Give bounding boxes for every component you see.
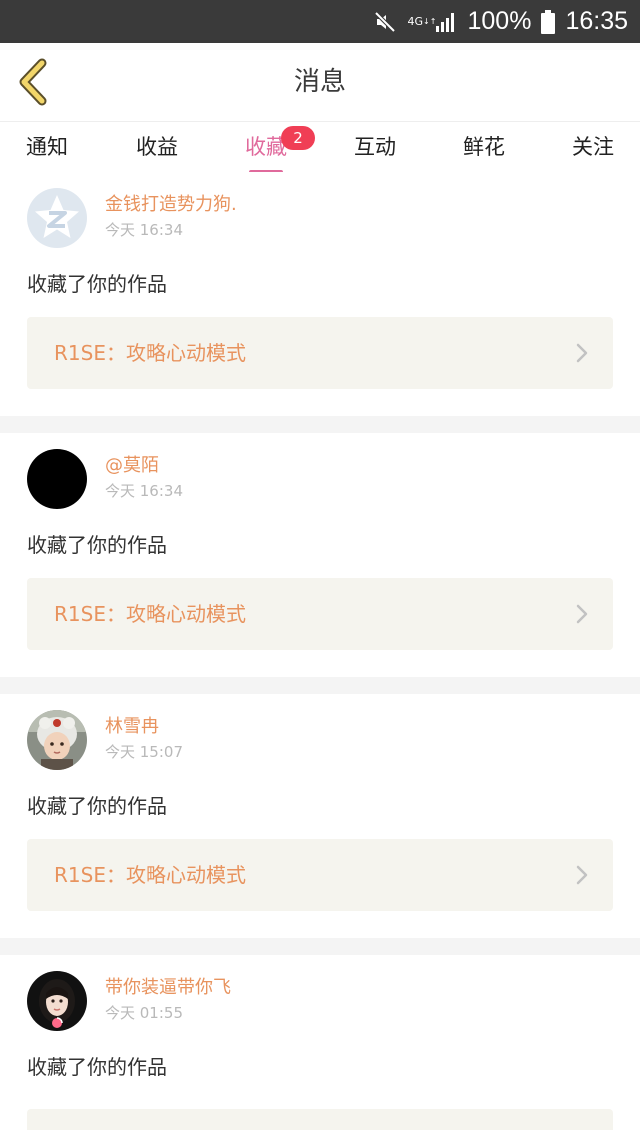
page-title: 消息 <box>293 67 346 97</box>
avatar[interactable] <box>27 449 87 509</box>
tab-interactions[interactable]: 互动 <box>354 134 396 160</box>
work-title: R1SE：攻略心动模式 <box>54 341 246 365</box>
unread-badge: 2 <box>281 126 315 150</box>
timestamp: 今天 16:34 <box>105 221 183 239</box>
action-text: 收藏了你的作品 <box>27 1055 167 1079</box>
chevron-right-icon <box>576 865 588 885</box>
action-text: 收藏了你的作品 <box>27 794 167 818</box>
user-name[interactable]: 林雪冉 <box>105 716 159 738</box>
avatar[interactable] <box>27 971 87 1031</box>
notification-card: @莫陌 今天 16:34 收藏了你的作品 R1SE：攻略心动模式 <box>0 433 640 677</box>
notification-card: 带你装逼带你飞 今天 01:55 收藏了你的作品 <box>0 955 640 1130</box>
notification-card: 林雪冉 今天 15:07 收藏了你的作品 R1SE：攻略心动模式 <box>0 694 640 938</box>
tab-label: 关注 <box>572 135 614 159</box>
notification-feed: 金钱打造势力狗. 今天 16:34 收藏了你的作品 R1SE：攻略心动模式 @莫… <box>0 172 640 1130</box>
tab-label: 鲜花 <box>463 135 505 159</box>
network-activity: ↓↑ <box>423 16 437 26</box>
tab-label: 通知 <box>26 135 68 159</box>
action-text: 收藏了你的作品 <box>27 272 167 296</box>
action-text: 收藏了你的作品 <box>27 533 167 557</box>
notification-card: 金钱打造势力狗. 今天 16:34 收藏了你的作品 R1SE：攻略心动模式 <box>0 172 640 416</box>
chevron-right-icon <box>576 604 588 624</box>
child-photo-avatar-icon <box>27 710 87 770</box>
status-bar: 4G ↓↑ 100% 16:35 <box>0 0 640 43</box>
card-header: 金钱打造势力狗. 今天 16:34 <box>27 172 613 260</box>
network-type: 4G <box>407 14 424 28</box>
work-link[interactable]: R1SE：攻略心动模式 <box>27 578 613 650</box>
user-name[interactable]: @莫陌 <box>105 455 159 477</box>
work-link[interactable]: R1SE：攻略心动模式 <box>27 839 613 911</box>
avatar[interactable] <box>27 710 87 770</box>
avatar[interactable] <box>27 188 87 248</box>
tab-earnings[interactable]: 收益 <box>136 134 178 160</box>
card-header: @莫陌 今天 16:34 <box>27 433 613 521</box>
black-avatar-icon <box>27 449 87 509</box>
timestamp: 今天 01:55 <box>105 1004 183 1022</box>
header: 消息 <box>0 43 640 121</box>
network-indicator: 4G ↓↑ <box>407 14 436 28</box>
tab-favorites[interactable]: 收藏 2 <box>245 126 315 174</box>
work-title: R1SE：攻略心动模式 <box>54 602 246 626</box>
work-link[interactable] <box>27 1109 613 1130</box>
girl-photo-avatar-icon <box>27 971 87 1031</box>
divider <box>0 938 640 955</box>
battery-icon <box>541 9 556 34</box>
tab-label: 收益 <box>136 135 178 159</box>
signal-icon <box>435 12 457 32</box>
divider <box>0 416 640 433</box>
battery-percent: 100% <box>467 7 532 35</box>
mute-icon <box>373 10 397 34</box>
clock: 16:35 <box>565 7 628 35</box>
card-header: 林雪冉 今天 15:07 <box>27 694 613 782</box>
tab-flowers[interactable]: 鲜花 <box>463 134 505 160</box>
chevron-right-icon <box>576 343 588 363</box>
card-header: 带你装逼带你飞 今天 01:55 <box>27 955 613 1043</box>
timestamp: 今天 16:34 <box>105 482 183 500</box>
tab-follows[interactable]: 关注 <box>572 134 614 160</box>
tab-notifications[interactable]: 通知 <box>26 134 68 160</box>
tab-bar: 通知 收益 收藏 2 互动 鲜花 关注 <box>0 121 640 174</box>
timestamp: 今天 15:07 <box>105 743 183 761</box>
tab-label: 互动 <box>354 135 396 159</box>
user-name[interactable]: 带你装逼带你飞 <box>105 977 231 999</box>
work-title: R1SE：攻略心动模式 <box>54 863 246 887</box>
user-name[interactable]: 金钱打造势力狗. <box>105 194 237 216</box>
work-link[interactable]: R1SE：攻略心动模式 <box>27 317 613 389</box>
qq-default-avatar-icon <box>27 188 87 248</box>
divider <box>0 677 640 694</box>
